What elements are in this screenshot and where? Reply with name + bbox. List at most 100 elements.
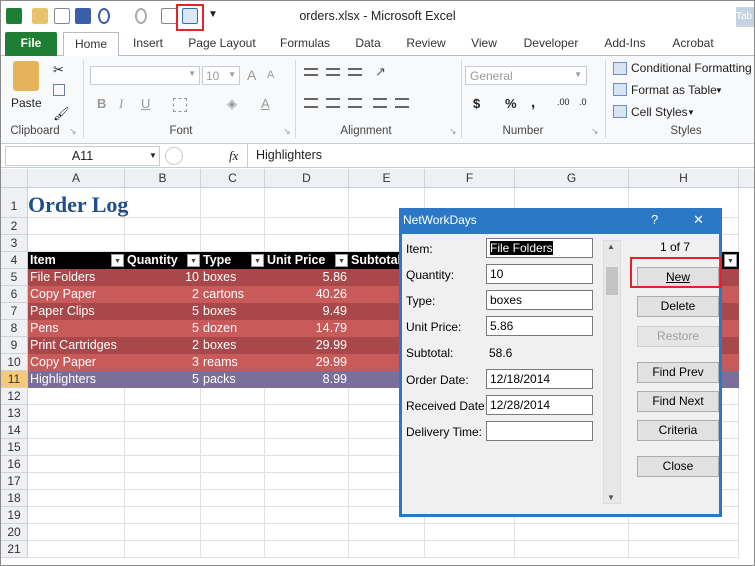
grid-cell[interactable]	[265, 218, 349, 235]
table-cell[interactable]: Copy Paper	[28, 354, 125, 371]
align-middle-icon[interactable]	[326, 68, 340, 76]
grid-cell[interactable]	[125, 188, 201, 218]
column-header-b[interactable]: B	[125, 169, 201, 188]
grid-cell[interactable]	[28, 218, 125, 235]
conditional-formatting-button[interactable]: Conditional Formatting	[631, 61, 752, 75]
table-cell[interactable]: packs	[201, 371, 265, 388]
table-cell[interactable]: 40.26	[265, 286, 349, 303]
grid-cell[interactable]	[629, 524, 739, 541]
grid-cell[interactable]	[201, 507, 265, 524]
shrink-font-icon[interactable]: A	[267, 69, 274, 81]
select-all-corner[interactable]	[1, 169, 28, 188]
table-cell[interactable]: 10	[125, 269, 201, 286]
row-header-19[interactable]: 19	[1, 507, 28, 524]
table-cell[interactable]: Highlighters	[28, 371, 125, 388]
row-header-9[interactable]: 9	[1, 337, 28, 354]
table-cell[interactable]: 3	[125, 354, 201, 371]
grid-cell[interactable]	[425, 541, 515, 558]
table-cell[interactable]: boxes	[201, 337, 265, 354]
table-cell[interactable]: Pens	[28, 320, 125, 337]
clipboard-launcher-icon[interactable]: ↘	[69, 126, 77, 137]
grid-cell[interactable]	[125, 388, 201, 405]
align-bottom-icon[interactable]	[348, 68, 362, 76]
tab-add-ins[interactable]: Add-Ins	[597, 32, 653, 56]
table-cell[interactable]: 2	[125, 286, 201, 303]
grid-cell[interactable]	[201, 388, 265, 405]
tab-developer[interactable]: Developer	[517, 32, 585, 56]
grid-cell[interactable]	[265, 422, 349, 439]
grid-cell[interactable]	[515, 541, 629, 558]
grid-cell[interactable]	[28, 507, 125, 524]
column-header-c[interactable]: C	[201, 169, 265, 188]
percent-button[interactable]: %	[505, 96, 517, 111]
number-launcher-icon[interactable]: ↘	[591, 126, 599, 137]
dialog-close-icon[interactable]: ✕	[693, 212, 704, 228]
name-box[interactable]: A11	[5, 146, 160, 166]
table-cell[interactable]: Print Cartridges	[28, 337, 125, 354]
field-input[interactable]: boxes	[486, 290, 593, 310]
table-cell[interactable]: 14.79	[265, 320, 349, 337]
table-cell[interactable]: boxes	[201, 303, 265, 320]
fill-color-icon[interactable]: ◈	[227, 96, 237, 112]
grid-cell[interactable]	[265, 439, 349, 456]
table-header-2[interactable]: Type ▼	[201, 252, 265, 269]
table-header-0[interactable]: Item ▼	[28, 252, 125, 269]
row-header-1[interactable]: 1	[1, 188, 28, 218]
cell-styles-button[interactable]: Cell Styles	[631, 105, 688, 119]
borders-icon[interactable]	[173, 98, 187, 112]
table-cell[interactable]: Paper Clips	[28, 303, 125, 320]
table-cell[interactable]: 8.99	[265, 371, 349, 388]
align-center-icon[interactable]	[326, 98, 340, 108]
grid-cell[interactable]	[28, 490, 125, 507]
grid-cell[interactable]	[349, 524, 425, 541]
grid-cell[interactable]	[265, 388, 349, 405]
font-launcher-icon[interactable]: ↘	[283, 126, 291, 137]
tab-home[interactable]: Home	[63, 32, 119, 57]
tab-insert[interactable]: Insert	[125, 32, 171, 56]
grid-cell[interactable]	[629, 541, 739, 558]
tab-page-layout[interactable]: Page Layout	[183, 32, 261, 56]
row-header-3[interactable]: 3	[1, 235, 28, 252]
increase-indent-icon[interactable]	[395, 98, 409, 108]
underline-button[interactable]: U	[141, 96, 150, 111]
record-scrollbar[interactable]: ▲ ▼	[603, 240, 621, 504]
number-format-box[interactable]: General ▼	[465, 66, 587, 85]
row-header-4[interactable]: 4	[1, 252, 28, 269]
column-header-f[interactable]: F	[425, 169, 515, 188]
column-header-h[interactable]: H	[629, 169, 739, 188]
filter-dropdown-icon[interactable]: ▼	[724, 254, 737, 267]
row-header-18[interactable]: 18	[1, 490, 28, 507]
grid-cell[interactable]	[265, 541, 349, 558]
row-header-7[interactable]: 7	[1, 303, 28, 320]
row-header-12[interactable]: 12	[1, 388, 28, 405]
grid-cell[interactable]	[201, 456, 265, 473]
tab-file[interactable]: File	[5, 32, 57, 56]
grid-cell[interactable]	[28, 456, 125, 473]
grid-cell[interactable]	[265, 456, 349, 473]
grid-cell[interactable]	[125, 439, 201, 456]
grid-cell[interactable]	[125, 405, 201, 422]
grid-cell[interactable]	[201, 405, 265, 422]
grid-cell[interactable]	[28, 541, 125, 558]
grid-cell[interactable]	[125, 490, 201, 507]
row-header-21[interactable]: 21	[1, 541, 28, 558]
grid-cell[interactable]	[425, 524, 515, 541]
table-cell[interactable]: dozen	[201, 320, 265, 337]
row-header-11[interactable]: 11	[1, 371, 28, 388]
grid-cell[interactable]	[28, 422, 125, 439]
filter-dropdown-icon[interactable]: ▼	[111, 254, 124, 267]
row-header-13[interactable]: 13	[1, 405, 28, 422]
tab-acrobat[interactable]: Acrobat	[665, 32, 721, 56]
grid-cell[interactable]	[201, 524, 265, 541]
increase-decimal-icon[interactable]: .00	[557, 97, 570, 107]
bold-button[interactable]: B	[97, 96, 106, 111]
grid-cell[interactable]	[265, 524, 349, 541]
row-header-5[interactable]: 5	[1, 269, 28, 286]
table-cell[interactable]: reams	[201, 354, 265, 371]
grid-cell[interactable]	[125, 507, 201, 524]
align-top-icon[interactable]	[304, 68, 318, 76]
grid-cell[interactable]	[265, 405, 349, 422]
field-input[interactable]: 12/28/2014	[486, 395, 593, 415]
grid-cell[interactable]	[28, 405, 125, 422]
format-table-dropdown-icon[interactable]: ▼	[715, 86, 723, 95]
